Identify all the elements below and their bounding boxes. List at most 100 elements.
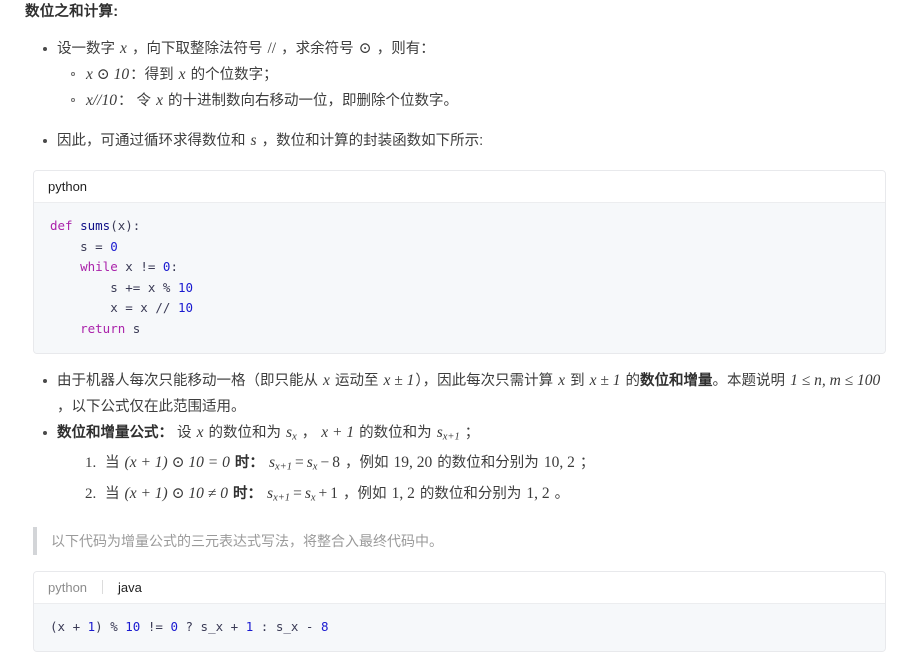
math-x: x bbox=[120, 40, 127, 57]
tab-java[interactable]: java bbox=[116, 580, 144, 595]
list-item-case-2: 当 (x + 1) ⊙ 10 ≠ 0 时： sx+1 = sx +1 ，例如 1, 2… bbox=[85, 481, 886, 511]
list-item-case-1: 当 (x + 1) ⊙ 10 = 0 时： sx+1 = sx −8 ，例如 19, … bbox=[85, 450, 886, 480]
tab-python[interactable]: python bbox=[46, 580, 89, 595]
code-block-ternary: python java (x + 1) % 10 != 0 ? s_x + 1 … bbox=[33, 570, 886, 652]
reason-text-5: 的 bbox=[621, 373, 641, 389]
code-block-header: python bbox=[34, 171, 885, 203]
code-token: (x + bbox=[50, 618, 88, 634]
math-case1-condition: (x + 1) ⊙ 10 = 0 bbox=[124, 454, 230, 472]
math-case2-condition: (x + 1) ⊙ 10 ≠ 0 bbox=[124, 484, 228, 502]
code-block-tabs: python java bbox=[34, 571, 885, 604]
code-token: ? s_x + bbox=[177, 618, 246, 634]
math-x-inline: x bbox=[178, 66, 186, 83]
math-x-plusminus-1-b: x ± 1 bbox=[589, 372, 621, 389]
math-case1-examples: 19, 20 bbox=[393, 454, 433, 472]
formula-text-5: ； bbox=[460, 425, 480, 441]
bullet-list-primary: 设一数字 x ，向下取整除法符号 // ，求余符号 ⊙ ，则有： x ⊙ 10：… bbox=[25, 36, 886, 154]
math-s-x-plus-1: sx+1 bbox=[436, 424, 460, 443]
list-item-loop-intro: 因此，可通过循环求得数位和 s ，数位和计算的封装函数如下所示: bbox=[43, 128, 886, 154]
math-case2-examples: 1, 2 bbox=[391, 484, 415, 502]
code-token: s = bbox=[50, 238, 111, 254]
reason-text-1: 由于机器人每次只能移动一格（即只能从 bbox=[57, 373, 323, 389]
list-item-floordiv-rule: x//10： 令 x 的十进制数向右移动一位，即删除个位数字。 bbox=[71, 88, 886, 114]
formula-text-3: ， bbox=[297, 425, 321, 441]
list-item-definition: 设一数字 x ，向下取整除法符号 // ，求余符号 ⊙ ，则有： x ⊙ 10：… bbox=[43, 36, 886, 114]
case1-cond-post: 时： bbox=[230, 455, 264, 472]
ordered-list-cases: 当 (x + 1) ⊙ 10 = 0 时： sx+1 = sx −8 ，例如 19, … bbox=[57, 450, 886, 511]
bullet-list-secondary: x ⊙ 10：得到 x 的个位数字； x//10： 令 x 的十进制数向右移动一… bbox=[57, 62, 886, 114]
math-case1-formula: sx+1 = sx −8 bbox=[268, 454, 340, 473]
code-language-label[interactable]: python bbox=[46, 179, 89, 194]
math-x-mod-10: x ⊙ 10 bbox=[86, 66, 130, 83]
definition-text-end: ，则有： bbox=[372, 41, 435, 57]
list-item-formula-definition: 数位和增量公式： 设 x 的数位和为 sx ， x + 1 的数位和为 sx+1… bbox=[43, 420, 886, 511]
formula-text-2: 的数位和为 bbox=[204, 425, 286, 441]
bold-formula-label: 数位和增量公式： bbox=[57, 425, 173, 441]
math-floordiv-symbol: // bbox=[267, 40, 277, 57]
definition-text-mid: ，向下取整除法符号 bbox=[127, 41, 267, 57]
code-token: x = x // bbox=[50, 300, 178, 315]
code-token: ) % bbox=[95, 618, 126, 634]
math-s-x: sx bbox=[286, 424, 297, 443]
code-token: (x): bbox=[110, 218, 141, 233]
math-x-floordiv-10: x//10 bbox=[86, 92, 117, 109]
case2-tail-b: 的数位和分别为 bbox=[415, 485, 526, 502]
floordiv-rule-text-a: ： 令 bbox=[118, 93, 156, 109]
code-token: s += x % bbox=[50, 279, 178, 295]
math-case1-results: 10, 2 bbox=[543, 454, 575, 472]
code-token: : bbox=[170, 259, 178, 274]
code-token: x != bbox=[117, 259, 163, 274]
code-text-python: def sums(x): s = 0 while x != 0: s += x … bbox=[50, 216, 869, 339]
case1-tail-c: ； bbox=[575, 455, 595, 472]
formula-text-4: 的数位和为 bbox=[355, 425, 436, 441]
tab-divider bbox=[102, 580, 104, 595]
code-token: : s_x - bbox=[253, 618, 321, 634]
list-item-increment-reason: 由于机器人每次只能移动一格（即只能从 x 运动至 x ± 1 ），因此每次只需计算… bbox=[43, 368, 886, 420]
math-mod-symbol: ⊙ bbox=[358, 40, 372, 57]
formula-text-1: 设 bbox=[173, 425, 196, 441]
code-token: def bbox=[50, 218, 81, 233]
case1-cond-pre: 当 bbox=[105, 455, 124, 472]
code-body-ternary: (x + 1) % 10 != 0 ? s_x + 1 : s_x - 8 bbox=[34, 603, 885, 652]
reason-text-2: 运动至 bbox=[330, 373, 383, 389]
page-title: 数位之和计算: bbox=[25, 4, 119, 20]
case2-cond-post: 时： bbox=[228, 485, 262, 502]
note-blockquote: 以下代码为增量公式的三元表达式写法，将整合入最终代码中。 bbox=[33, 526, 886, 555]
math-case2-results: 1, 2 bbox=[526, 484, 550, 502]
floordiv-rule-text-b: 的十进制数向右移动一位，即删除个位数字。 bbox=[163, 93, 458, 109]
bullet-list-formula: 由于机器人每次只能移动一格（即只能从 x 运动至 x ± 1 ），因此每次只需计算… bbox=[25, 368, 886, 511]
note-text: 以下代码为增量公式的三元表达式写法，将整合入最终代码中。 bbox=[51, 532, 443, 549]
math-nm-range: 1 ≤ n, m ≤ 100 bbox=[790, 372, 881, 389]
code-token: 10 bbox=[177, 279, 193, 295]
code-token: 10 bbox=[177, 300, 193, 315]
code-token: sums bbox=[80, 218, 111, 233]
code-block-python: python def sums(x): s = 0 while x != 0: … bbox=[33, 170, 886, 354]
list-item-mod-rule: x ⊙ 10：得到 x 的个位数字； bbox=[71, 62, 886, 88]
math-x-plus-1: x + 1 bbox=[321, 424, 355, 441]
definition-text-mid2: ，求余符号 bbox=[277, 41, 358, 57]
case2-tail-a: ，例如 bbox=[339, 485, 391, 502]
loop-intro-text-end: ，数位和计算的封装函数如下所示: bbox=[257, 133, 484, 149]
code-token: 0 bbox=[110, 238, 118, 254]
code-text-ternary: (x + 1) % 10 != 0 ? s_x + 1 : s_x - 8 bbox=[50, 617, 869, 638]
math-s: s bbox=[250, 132, 257, 149]
code-token: 0 bbox=[170, 618, 178, 634]
loop-intro-text-lead: 因此，可通过循环求得数位和 bbox=[57, 133, 250, 149]
bold-digit-sum-increment: 数位和增量 bbox=[640, 373, 713, 389]
code-token: return bbox=[80, 320, 126, 336]
code-token: 8 bbox=[320, 618, 329, 634]
code-token: != bbox=[140, 618, 171, 634]
case1-tail-b: 的数位和分别为 bbox=[433, 455, 543, 472]
reason-text-3: ），因此每次只需计算 bbox=[415, 373, 558, 389]
math-x-b: x bbox=[558, 372, 566, 389]
definition-text-lead: 设一数字 bbox=[57, 41, 120, 57]
mod-rule-text-a: ：得到 bbox=[130, 67, 178, 83]
case1-tail-a: ，例如 bbox=[340, 455, 393, 472]
reason-text-4: 到 bbox=[566, 373, 589, 389]
code-body-python: def sums(x): s = 0 while x != 0: s += x … bbox=[34, 203, 885, 353]
article-content: 数位之和计算: 设一数字 x ，向下取整除法符号 // ，求余符号 ⊙ ，则有：… bbox=[0, 0, 911, 652]
code-token: 10 bbox=[125, 618, 141, 634]
case2-tail-c: 。 bbox=[550, 485, 570, 502]
